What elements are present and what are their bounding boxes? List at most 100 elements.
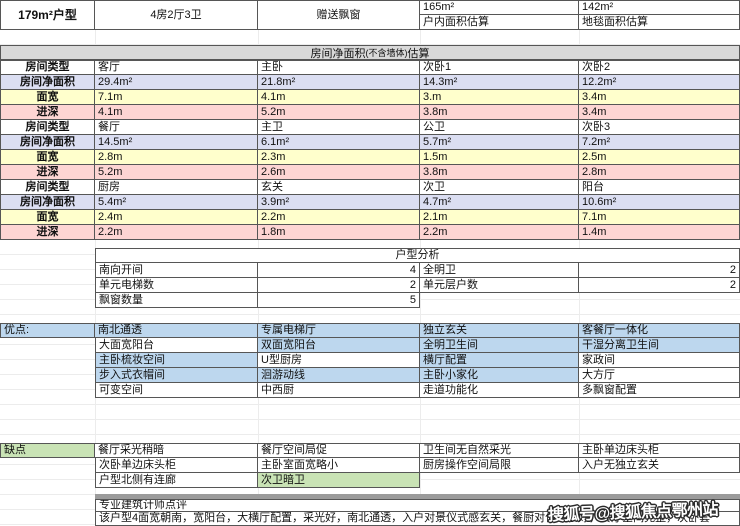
- room-name-cell[interactable]: 餐厅: [95, 120, 258, 135]
- pro-item-cell[interactable]: 家政间: [579, 353, 740, 368]
- room-name-cell[interactable]: 次卧2: [579, 60, 740, 75]
- net-area-cell[interactable]: 21.8m²: [258, 75, 420, 90]
- row-label-room-type[interactable]: 房间类型: [0, 60, 95, 75]
- width-cell[interactable]: 1.5m: [420, 150, 579, 165]
- con-item-cell[interactable]: 餐厅空间局促: [258, 443, 420, 458]
- width-cell[interactable]: 4.1m: [258, 90, 420, 105]
- width-cell[interactable]: 7.1m: [579, 210, 740, 225]
- pro-item-cell[interactable]: 主卧梳妆空间: [95, 353, 258, 368]
- depth-cell[interactable]: 2.6m: [258, 165, 420, 180]
- width-cell[interactable]: 2.2m: [258, 210, 420, 225]
- pro-item-cell[interactable]: 大面宽阳台: [95, 338, 258, 353]
- pro-item-cell[interactable]: 干湿分离卫生间: [579, 338, 740, 353]
- analysis-value-cell[interactable]: 5: [258, 293, 420, 308]
- row-label-width[interactable]: 面宽: [0, 90, 95, 105]
- row-label-net-area[interactable]: 房间净面积: [0, 195, 95, 210]
- pro-item-cell[interactable]: 客餐厅一体化: [579, 323, 740, 338]
- width-cell[interactable]: 2.5m: [579, 150, 740, 165]
- analysis-label-cell[interactable]: 单元层户数: [420, 278, 579, 293]
- net-area-cell[interactable]: 5.7m²: [420, 135, 579, 150]
- pro-item-cell[interactable]: 步入式衣帽间: [95, 368, 258, 383]
- con-item-cell[interactable]: 餐厅采光稍暗: [95, 443, 258, 458]
- depth-cell[interactable]: 3.4m: [579, 105, 740, 120]
- con-item-cell[interactable]: 主卧室面宽略小: [258, 458, 420, 473]
- pro-item-cell[interactable]: 横厅配置: [420, 353, 579, 368]
- pro-item-cell[interactable]: 独立玄关: [420, 323, 579, 338]
- net-area-cell[interactable]: 4.7m²: [420, 195, 579, 210]
- depth-cell[interactable]: 2.2m: [420, 225, 579, 240]
- room-name-cell[interactable]: 阳台: [579, 180, 740, 195]
- pro-item-cell[interactable]: 走道功能化: [420, 383, 579, 398]
- row-label-depth[interactable]: 进深: [0, 225, 95, 240]
- analysis-value-cell[interactable]: 2: [258, 278, 420, 293]
- width-cell[interactable]: 3.4m: [579, 90, 740, 105]
- room-name-cell[interactable]: 次卧1: [420, 60, 579, 75]
- net-area-cell[interactable]: 5.4m²: [95, 195, 258, 210]
- width-cell[interactable]: 2.4m: [95, 210, 258, 225]
- net-area-cell[interactable]: 14.3m²: [420, 75, 579, 90]
- con-item-cell[interactable]: 主卧单边床头柜: [579, 443, 740, 458]
- con-item-cell[interactable]: 户型北侧有连廊: [95, 473, 258, 488]
- pro-item-cell[interactable]: 多飘窗配置: [579, 383, 740, 398]
- room-name-cell[interactable]: 厨房: [95, 180, 258, 195]
- depth-cell[interactable]: 2.2m: [95, 225, 258, 240]
- con-item-cell[interactable]: 厨房操作空间局限: [420, 458, 579, 473]
- analysis-value-cell[interactable]: 2: [579, 263, 740, 278]
- row-label-width[interactable]: 面宽: [0, 150, 95, 165]
- unit-type-cell[interactable]: 179m²户型: [0, 0, 95, 30]
- depth-cell[interactable]: 3.8m: [420, 105, 579, 120]
- depth-cell[interactable]: 3.8m: [420, 165, 579, 180]
- con-item-cell[interactable]: 卫生间无自然采光: [420, 443, 579, 458]
- pro-item-cell[interactable]: U型厨房: [258, 353, 420, 368]
- depth-cell[interactable]: 4.1m: [95, 105, 258, 120]
- pro-item-cell[interactable]: 大方厅: [579, 368, 740, 383]
- analysis-label-cell[interactable]: 南向开间: [95, 263, 258, 278]
- room-name-cell[interactable]: 主卧: [258, 60, 420, 75]
- indoor-area-label-cell[interactable]: 户内面积估算: [420, 15, 579, 30]
- width-cell[interactable]: 3.m: [420, 90, 579, 105]
- net-area-cell[interactable]: 3.9m²: [258, 195, 420, 210]
- analysis-label-cell[interactable]: 全明卫: [420, 263, 579, 278]
- depth-cell[interactable]: 1.8m: [258, 225, 420, 240]
- net-area-cell[interactable]: 6.1m²: [258, 135, 420, 150]
- room-name-cell[interactable]: 公卫: [420, 120, 579, 135]
- carpet-area-label-cell[interactable]: 地毯面积估算: [579, 15, 740, 30]
- row-label-depth[interactable]: 进深: [0, 105, 95, 120]
- net-area-cell[interactable]: 29.4m²: [95, 75, 258, 90]
- pro-item-cell[interactable]: 主卧小家化: [420, 368, 579, 383]
- net-area-cell[interactable]: 7.2m²: [579, 135, 740, 150]
- pro-item-cell[interactable]: 南北通透: [95, 323, 258, 338]
- width-cell[interactable]: 7.1m: [95, 90, 258, 105]
- cons-label-cell[interactable]: 缺点: [0, 443, 95, 458]
- indoor-area-cell[interactable]: 165m²: [420, 0, 579, 15]
- pro-item-cell[interactable]: 可变空间: [95, 383, 258, 398]
- analysis-label-cell[interactable]: 飘窗数量: [95, 293, 258, 308]
- room-name-cell[interactable]: 次卧3: [579, 120, 740, 135]
- row-label-room-type[interactable]: 房间类型: [0, 180, 95, 195]
- room-name-cell[interactable]: 主卫: [258, 120, 420, 135]
- analysis-value-cell[interactable]: 4: [258, 263, 420, 278]
- width-cell[interactable]: 2.1m: [420, 210, 579, 225]
- width-cell[interactable]: 2.3m: [258, 150, 420, 165]
- con-item-cell[interactable]: 次卧单边床头柜: [95, 458, 258, 473]
- pro-item-cell[interactable]: 洄游动线: [258, 368, 420, 383]
- analysis-label-cell[interactable]: 单元电梯数: [95, 278, 258, 293]
- room-name-cell[interactable]: 客厅: [95, 60, 258, 75]
- layout-cell[interactable]: 4房2厅3卫: [95, 0, 258, 30]
- depth-cell[interactable]: 5.2m: [95, 165, 258, 180]
- row-label-depth[interactable]: 进深: [0, 165, 95, 180]
- bonus-bay-window-cell[interactable]: 赠送飘窗: [258, 0, 420, 30]
- net-area-cell[interactable]: 12.2m²: [579, 75, 740, 90]
- carpet-area-cell[interactable]: 142m²: [579, 0, 740, 15]
- width-cell[interactable]: 2.8m: [95, 150, 258, 165]
- row-label-width[interactable]: 面宽: [0, 210, 95, 225]
- row-label-net-area[interactable]: 房间净面积: [0, 135, 95, 150]
- pro-item-cell[interactable]: 双面宽阳台: [258, 338, 420, 353]
- row-label-net-area[interactable]: 房间净面积: [0, 75, 95, 90]
- pros-label-cell[interactable]: 优点:: [0, 323, 95, 338]
- row-label-room-type[interactable]: 房间类型: [0, 120, 95, 135]
- pro-item-cell[interactable]: 专属电梯厅: [258, 323, 420, 338]
- depth-cell[interactable]: 1.4m: [579, 225, 740, 240]
- room-name-cell[interactable]: 玄关: [258, 180, 420, 195]
- con-item-cell[interactable]: 入户无独立玄关: [579, 458, 740, 473]
